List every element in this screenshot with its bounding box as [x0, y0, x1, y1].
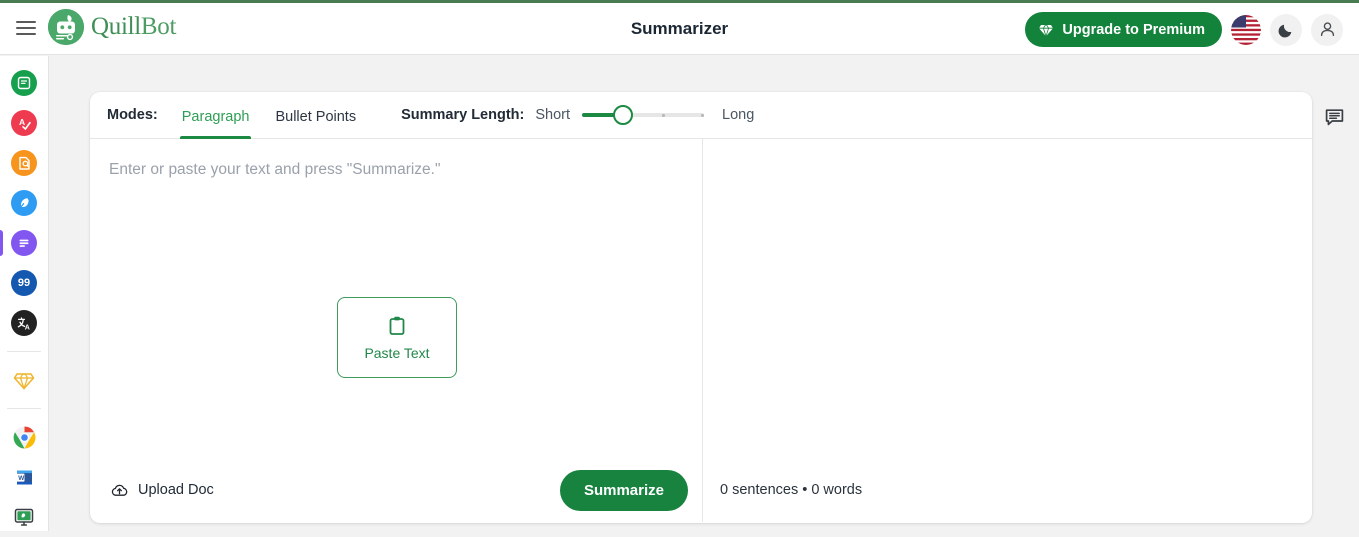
hamburger-line [16, 27, 36, 29]
quillbot-robot-logo-icon [48, 9, 84, 45]
modes-label: Modes: [107, 107, 158, 123]
sidebar-item-word-addin[interactable]: W [0, 457, 48, 497]
dark-mode-toggle[interactable] [1270, 13, 1302, 46]
hamburger-menu-icon[interactable] [14, 17, 38, 41]
hamburger-line [16, 33, 36, 35]
pen-glyph [19, 198, 29, 209]
tab-bullet-points[interactable]: Bullet Points [273, 92, 358, 139]
chrome-icon [13, 426, 35, 448]
paste-text-button[interactable]: Paste Text [337, 297, 457, 378]
flag-graphic [1231, 14, 1261, 45]
ai-writer-pen-icon [11, 190, 37, 216]
quillbot-logo[interactable]: QuillBot [48, 9, 176, 45]
summarizer-card: Modes: Paragraph Bullet Points Summary L… [90, 92, 1312, 523]
editor-placeholder: Enter or paste your text and press "Summ… [109, 161, 441, 178]
feedback-chat-icon[interactable] [1325, 108, 1344, 127]
quillbot-wordmark: QuillBot [91, 13, 176, 41]
robot-face-icon [48, 9, 84, 45]
doc-search-glyph [18, 156, 30, 170]
upload-doc-label: Upload Doc [138, 482, 214, 498]
summarizer-lines-icon [11, 230, 37, 256]
upgrade-to-premium-button[interactable]: Upgrade to Premium [1025, 12, 1222, 47]
sidebar-item-citation-generator[interactable]: 99 [0, 263, 48, 303]
paraphrase-glyph [17, 76, 31, 90]
sidebar-divider [7, 351, 41, 352]
wordmark-quill: Quill [91, 13, 141, 40]
paraphraser-icon [11, 70, 37, 96]
svg-text:A: A [19, 117, 25, 127]
sidebar-item-translator[interactable]: A [0, 303, 48, 343]
svg-text:A: A [24, 324, 29, 331]
translate-glyph: A [17, 316, 29, 331]
moon-icon [1278, 24, 1291, 38]
cloud-upload-icon [111, 484, 128, 496]
hamburger-line [16, 21, 36, 23]
slider-tick [662, 114, 665, 117]
account-menu-button[interactable] [1311, 13, 1343, 46]
summarizer-toolbar: Modes: Paragraph Bullet Points Summary L… [90, 92, 1312, 139]
grammar-glyph: A [19, 117, 31, 130]
sidebar-item-plagiarism-checker[interactable] [0, 143, 48, 183]
sidebar-item-grammar-checker[interactable]: A [0, 103, 48, 143]
quote-marks-icon: 99 [11, 270, 37, 296]
upload-doc-button[interactable]: Upload Doc [110, 481, 214, 500]
user-account-icon [1320, 22, 1334, 37]
quote-glyph: 99 [17, 276, 31, 289]
svg-text:W: W [18, 474, 25, 481]
wordmark-bot: Bot [140, 13, 177, 40]
upgrade-button-label: Upgrade to Premium [1062, 21, 1205, 38]
sidebar-item-premium[interactable] [0, 360, 48, 400]
lines-glyph [19, 239, 29, 247]
header-actions: Upgrade to Premium [1025, 12, 1343, 47]
sidebar-item-paraphraser[interactable] [0, 63, 48, 103]
slider-handle[interactable] [613, 105, 634, 125]
sidebar-item-chrome-extension[interactable] [0, 417, 48, 457]
card-footer: Upload Doc Summarize 0 sentences • 0 wor… [90, 457, 1312, 523]
summary-length-slider[interactable] [582, 105, 705, 125]
chat-bubble-icon [1325, 109, 1344, 126]
us-flag-icon[interactable] [1231, 14, 1261, 45]
app-header: QuillBot Summarizer Upgrade to Premium [0, 3, 1359, 55]
sidebar-item-desktop-app[interactable] [0, 497, 48, 537]
paste-text-label: Paste Text [364, 344, 430, 361]
summarize-button[interactable]: Summarize [560, 469, 688, 511]
left-sidebar: A 99 A W [0, 56, 49, 531]
sidebar-divider [7, 408, 41, 409]
sidebar-item-ai-writer[interactable] [0, 183, 48, 223]
tab-paragraph[interactable]: Paragraph [179, 92, 252, 139]
clipboard-icon [389, 316, 405, 335]
diamond-icon [1039, 24, 1054, 37]
diamond-outline-icon [13, 373, 35, 391]
slider-long-label: Long [722, 107, 755, 123]
microsoft-word-icon: W [15, 470, 32, 484]
slider-short-label: Short [535, 107, 571, 123]
slider-tick [701, 114, 704, 117]
summary-length-label: Summary Length: [401, 107, 525, 123]
translate-icon: A [11, 310, 37, 336]
plagiarism-search-icon [11, 150, 37, 176]
desktop-app-icon [14, 508, 34, 526]
grammar-check-icon: A [11, 110, 37, 136]
sidebar-item-summarizer[interactable] [0, 223, 48, 263]
word-count-status: 0 sentences • 0 words [720, 482, 863, 498]
